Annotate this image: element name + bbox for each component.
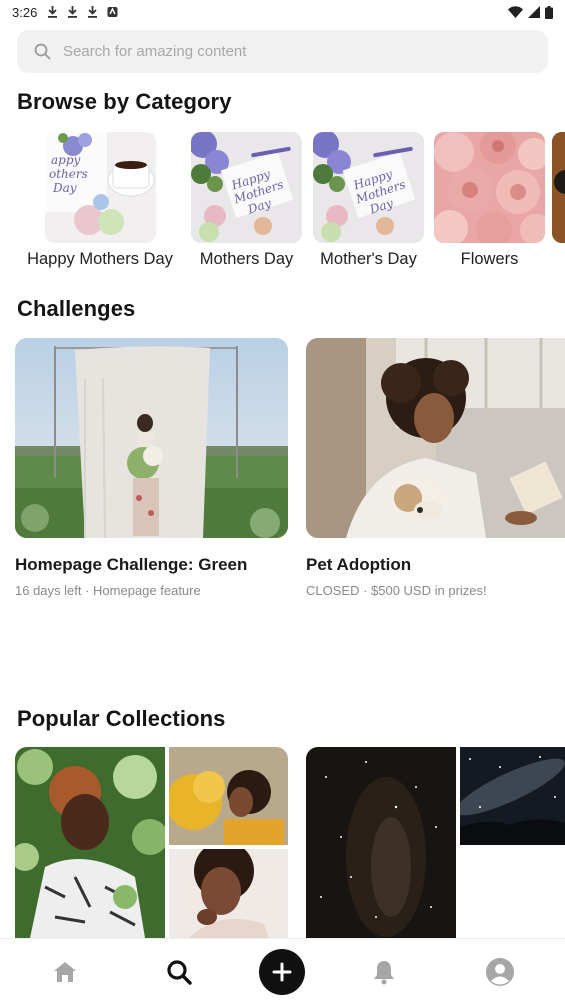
wifi-icon (508, 6, 523, 18)
challenge-image (306, 338, 565, 538)
collection-image (15, 747, 165, 938)
challenge-subtitle: CLOSED · $500 USD in prizes! (306, 583, 487, 598)
svg-text:appy: appy (51, 153, 81, 167)
search-icon (34, 43, 51, 60)
search-icon (167, 960, 192, 985)
nav-notifications[interactable] (349, 939, 419, 1004)
nav-home[interactable] (30, 939, 100, 1004)
add-icon (272, 962, 292, 982)
challenge-image (15, 338, 288, 538)
category-label: Mother's Day (320, 250, 417, 268)
search-bar[interactable] (17, 30, 548, 73)
signal-icon (528, 6, 540, 18)
nav-profile[interactable] (465, 939, 535, 1004)
category-label: Happy Mothers Day (27, 250, 173, 268)
svg-text:others: others (49, 167, 88, 181)
challenge-title: Homepage Challenge: Green (15, 555, 248, 574)
category-card[interactable]: Happy Mothers Day Mothers Day (191, 132, 302, 272)
collection-image (306, 747, 456, 938)
category-image: Happy Mothers Day (313, 132, 424, 243)
category-carousel[interactable]: appy others Day Happy Mothers Day Happy … (0, 132, 565, 272)
home-icon (54, 962, 76, 982)
challenge-title: Pet Adoption (306, 555, 412, 574)
download-icon (68, 6, 78, 18)
collection-card[interactable] (15, 747, 288, 938)
category-image: Happy Mothers Day (191, 132, 302, 243)
category-image (552, 132, 565, 243)
collection-image (460, 747, 565, 845)
challenge-subtitle: 16 days left · Homepage feature (15, 583, 201, 598)
category-label: Mothers Day (199, 250, 294, 268)
category-card[interactable]: appy others Day Happy Mothers Day (17, 132, 183, 272)
category-label: Flowers (460, 250, 519, 268)
profile-icon (486, 958, 514, 986)
category-image: appy others Day (45, 132, 156, 243)
collection-card[interactable] (306, 747, 565, 938)
bell-icon (374, 961, 394, 985)
add-button[interactable] (259, 949, 305, 995)
browse-by-category-heading: Browse by Category (17, 89, 232, 114)
popular-collections-heading: Popular Collections (17, 706, 226, 731)
nav-add[interactable] (247, 939, 317, 1004)
svg-text:Day: Day (52, 181, 77, 195)
status-bar: 3:26 (0, 0, 565, 24)
status-time: 3:26 (12, 4, 38, 20)
bottom-navigation (0, 938, 565, 1004)
download-icon (48, 6, 58, 18)
collection-image (169, 849, 288, 938)
category-image (434, 132, 545, 243)
nav-search[interactable] (144, 939, 214, 1004)
category-card[interactable]: Flowers (434, 132, 545, 272)
download-icon (88, 6, 98, 18)
category-card[interactable] (552, 132, 565, 272)
category-card[interactable]: Happy Mothers Day Mother's Day (313, 132, 424, 272)
app-notification-icon (107, 7, 118, 17)
search-input[interactable] (63, 43, 503, 60)
challenges-heading: Challenges (17, 296, 136, 321)
battery-icon (545, 5, 553, 19)
collection-image (169, 747, 288, 845)
